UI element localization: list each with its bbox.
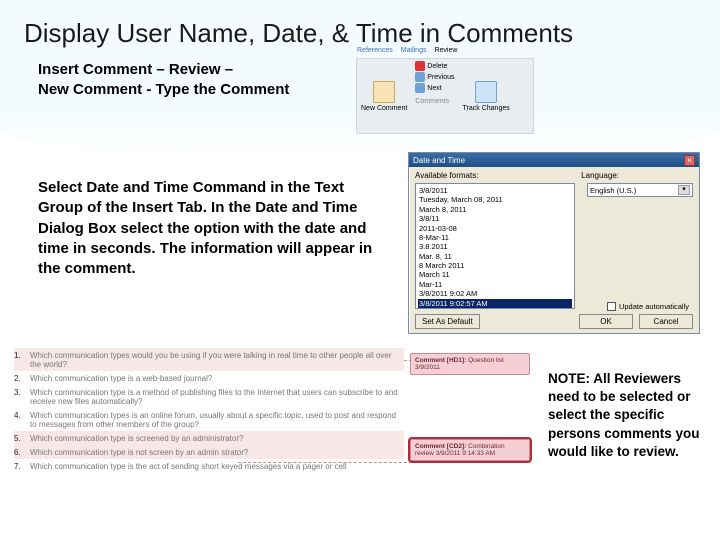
format-option[interactable]: Tuesday, March 08, 2011 — [418, 195, 572, 204]
next-icon — [415, 83, 425, 93]
new-comment-label: New Comment — [361, 105, 407, 112]
formats-listbox[interactable]: 3/8/2011Tuesday, March 08, 2011March 8, … — [415, 183, 575, 309]
format-option[interactable]: 3/8/2011 9:02 AM — [418, 289, 572, 298]
tab-references[interactable]: References — [357, 47, 393, 54]
previous-label: Previous — [427, 74, 454, 81]
track-changes-label: Track Changes — [463, 105, 510, 112]
format-option[interactable]: Mar. 8, 11 — [418, 252, 572, 261]
format-option[interactable]: March 8, 2011 — [418, 205, 572, 214]
track-changes-icon — [475, 81, 497, 103]
note-text: NOTE: All Reviewers need to be selected … — [548, 370, 700, 461]
format-option[interactable]: 9:02 AM — [418, 308, 572, 309]
question-row: 4. Which communication types is an online… — [14, 408, 404, 431]
tab-mailings[interactable]: Mailings — [401, 47, 427, 54]
page-title: Display User Name, Date, & Time in Comme… — [24, 18, 573, 49]
question-number: 2. — [14, 374, 24, 383]
question-text: Which communication types is an online f… — [30, 411, 404, 429]
format-option[interactable]: 8-Mar-11 — [418, 233, 572, 242]
comment-balloon[interactable]: Comment [HD1]: Question list 3/9/2011 — [410, 353, 530, 375]
next-label: Next — [427, 85, 441, 92]
comment-balloon[interactable]: Comment [CD2]: Combination review 3/9/20… — [410, 439, 530, 461]
question-row: 2. Which communication type is a web-base… — [14, 371, 404, 385]
previous-button[interactable]: Previous — [415, 72, 454, 82]
question-text: Which communication type is screened by … — [30, 434, 404, 443]
date-time-dialog: Date and Time × Available formats: Langu… — [408, 152, 700, 334]
question-number: 5. — [14, 434, 24, 443]
question-text: Which communication type is a web-based … — [30, 374, 404, 383]
format-option[interactable]: March 11 — [418, 270, 572, 279]
format-option[interactable]: Mar-11 — [418, 280, 572, 289]
question-number: 6. — [14, 448, 24, 457]
question-row: 6. Which communication type is not screen… — [14, 445, 404, 459]
question-row: 7. Which communication type is the act of… — [14, 459, 404, 473]
language-label: Language: — [581, 171, 619, 180]
close-icon[interactable]: × — [684, 155, 695, 166]
set-default-button[interactable]: Set As Default — [415, 314, 480, 329]
cancel-button[interactable]: Cancel — [639, 314, 693, 329]
format-option[interactable]: 2011-03-08 — [418, 224, 572, 233]
format-option[interactable]: 3/8/2011 — [418, 186, 572, 195]
question-text: Which communication types would you be u… — [30, 351, 404, 369]
question-number: 4. — [14, 411, 24, 429]
chevron-down-icon: ▾ — [678, 185, 690, 195]
track-changes-button[interactable]: Track Changes — [459, 59, 514, 133]
delete-button[interactable]: Delete — [415, 61, 447, 71]
dialog-title: Date and Time — [413, 156, 465, 165]
questions-excerpt: 1. Which communication types would you be… — [14, 348, 404, 473]
question-text: Which communication type is not screen b… — [30, 448, 404, 457]
question-number: 3. — [14, 388, 24, 406]
comment-author: Comment [CD2]: — [415, 443, 466, 450]
update-auto-checkbox[interactable]: Update automatically — [607, 302, 689, 311]
language-select[interactable]: English (U.S.) ▾ — [587, 183, 693, 197]
delete-icon — [415, 61, 425, 71]
note-bold: NOTE: — [548, 371, 590, 386]
new-comment-button[interactable]: New Comment — [357, 59, 411, 133]
language-value: English (U.S.) — [590, 186, 636, 195]
body-text: Select Date and Time Command in the Text… — [38, 178, 388, 279]
checkbox-box — [607, 302, 616, 311]
question-number: 7. — [14, 462, 24, 471]
format-option[interactable]: 3/8/2011 9:02:57 AM — [418, 299, 572, 308]
ribbon-snippet: References Mailings Review New Comment D… — [356, 58, 534, 134]
question-text: Which communication type is a method of … — [30, 388, 404, 406]
subtitle-line2: New Comment - Type the Comment — [38, 81, 289, 98]
question-row: 1. Which communication types would you be… — [14, 348, 404, 371]
next-button[interactable]: Next — [415, 83, 441, 93]
format-option[interactable]: 3.8.2011 — [418, 242, 572, 251]
format-option[interactable]: 3/8/11 — [418, 214, 572, 223]
ok-button[interactable]: OK — [579, 314, 633, 329]
comment-author: Comment [HD1]: — [415, 357, 466, 364]
formats-label: Available formats: — [415, 171, 693, 180]
tab-review[interactable]: Review — [434, 47, 457, 54]
ribbon-group-label: Comments — [415, 98, 449, 105]
delete-label: Delete — [427, 63, 447, 70]
subtitle-line1: Insert Comment – Review – — [38, 61, 233, 78]
new-comment-icon — [373, 81, 395, 103]
format-option[interactable]: 8 March 2011 — [418, 261, 572, 270]
question-number: 1. — [14, 351, 24, 369]
previous-icon — [415, 72, 425, 82]
question-text: Which communication type is the act of s… — [30, 462, 404, 471]
question-row: 5. Which communication type is screened b… — [14, 431, 404, 445]
question-row: 3. Which communication type is a method o… — [14, 385, 404, 408]
subtitle: Insert Comment – Review – New Comment - … — [38, 60, 289, 99]
update-auto-label: Update automatically — [619, 302, 689, 311]
